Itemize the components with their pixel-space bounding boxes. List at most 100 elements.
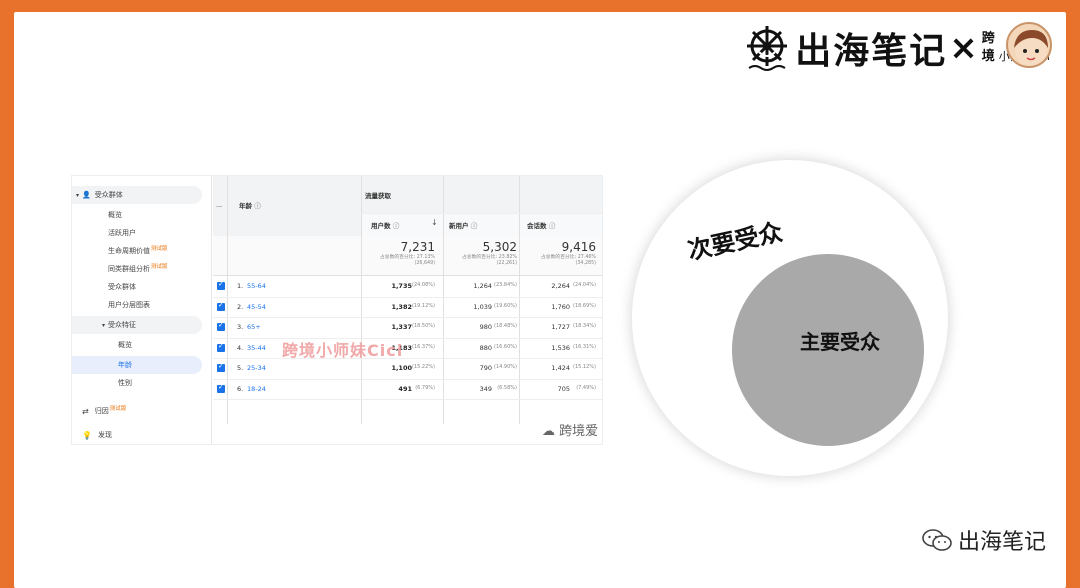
row-divider (213, 358, 602, 359)
users-percent: (6.79%) (415, 384, 435, 391)
new-users-value: 980 (479, 323, 492, 331)
row-divider (213, 337, 602, 339)
age-link[interactable]: 55-64 (247, 282, 266, 290)
dimension-header[interactable]: 年龄 ⓘ (239, 200, 261, 210)
column-header-new-users[interactable]: 新用户 ⓘ (449, 220, 477, 230)
wechat-icon (922, 529, 952, 551)
analytics-sidebar: ▾ 👤 受众群体 概览 活跃用户 生命周期价值 测试版 同类群组分析 测试版 受众群… (72, 176, 212, 444)
avatar (1006, 22, 1052, 68)
row-checkbox[interactable] (217, 383, 225, 393)
row-divider (213, 317, 602, 318)
sidebar-item-audiences[interactable]: 受众群体 (72, 278, 202, 296)
lightbulb-icon: 💡 (82, 430, 92, 440)
age-link[interactable]: 65+ (247, 323, 261, 331)
sidebar-item-lifetime-value[interactable]: 生命周期价值 测试版 (72, 242, 202, 260)
brand-cross: × (949, 28, 978, 68)
users-value: 1,337 (391, 323, 412, 331)
new-users-percent: (14.90%) (494, 364, 517, 370)
person-icon: 👤 (82, 191, 91, 199)
total-users-note: 占总数的百分比: 27.13% (26,649) (379, 255, 435, 266)
wechat-small-icon: ☁︎ (542, 424, 555, 439)
select-all-toggle[interactable]: — (216, 202, 223, 210)
sessions-percent: (24.04%) (573, 282, 596, 288)
sessions-value: 1,727 (551, 323, 570, 331)
new-users-value: 349 (479, 384, 492, 393)
sidebar-item-user-explorer[interactable]: 用户分层图表 (72, 296, 202, 314)
users-percent: (15.22%) (412, 364, 435, 370)
age-link[interactable]: 35-44 (247, 344, 266, 352)
column-header-sessions[interactable]: 会话数 ⓘ (527, 220, 555, 230)
sessions-value: 1,424 (551, 364, 570, 372)
help-icon: ⓘ (470, 222, 478, 230)
sessions-percent: (16.31%) (573, 343, 596, 350)
total-sessions-note: 占总数的百分比: 27.46% (34,285) (540, 255, 596, 266)
account-watermark: 出海笔记 (922, 524, 1046, 556)
new-users-percent: (16.60%) (494, 343, 517, 350)
users-value: 1,382 (391, 302, 412, 311)
beta-badge: 测试版 (151, 264, 168, 270)
sidebar-item-demographics[interactable]: ▾ 受众特征 (72, 316, 202, 334)
help-icon: ⓘ (548, 222, 556, 230)
sidebar-item-cohort-analysis[interactable]: 同类群组分析 测试版 (72, 260, 202, 278)
attribution-icon: ⇄ (82, 406, 89, 416)
new-users-percent: (6.58%) (497, 384, 517, 391)
sidebar-item-age[interactable]: 年龄 (72, 356, 202, 374)
new-users-percent: (19.60%) (494, 302, 517, 309)
analytics-screenshot: ▾ 👤 受众群体 概览 活跃用户 生命周期价值 测试版 同类群组分析 测试版 受众群… (72, 176, 602, 444)
row-divider (213, 296, 602, 298)
help-icon: ⓘ (254, 202, 261, 210)
row-checkbox[interactable] (217, 280, 225, 290)
row-index: 2. (237, 302, 244, 311)
brand-logo: 出海笔记 × 跨 境 小师妹cici (741, 22, 1050, 74)
beta-badge: 测试版 (109, 406, 127, 412)
row-index: 5. (237, 364, 244, 372)
new-users-percent: (18.48%) (494, 323, 517, 329)
primary-audience-label: 主要受众 (800, 330, 880, 354)
total-new-users-note: 占总数的百分比: 23.82% (22,261) (461, 255, 517, 266)
row-checkbox[interactable] (217, 362, 225, 372)
sidebar-item-demographics-overview[interactable]: 概览 (72, 336, 202, 354)
beta-badge: 测试版 (151, 246, 168, 252)
row-index: 3. (237, 323, 244, 331)
row-index: 1. (237, 282, 244, 290)
brand-title: 出海笔记 (795, 30, 948, 72)
row-checkbox[interactable] (217, 321, 225, 331)
age-link[interactable]: 25-34 (247, 364, 266, 372)
sidebar-item-audience[interactable]: ▾ 👤 受众群体 (72, 186, 202, 204)
sessions-percent: (18.69%) (573, 302, 596, 309)
users-percent: (16.37%) (412, 343, 435, 350)
group-header: 流量获取 (365, 192, 391, 200)
new-users-value: 880 (479, 343, 492, 352)
sidebar-item-overview[interactable]: 概览 (72, 206, 202, 224)
total-new-users: 5,302 (482, 240, 517, 254)
sessions-percent: (18.34%) (573, 323, 596, 329)
row-checkbox[interactable] (217, 342, 225, 352)
sidebar-item-discover[interactable]: 💡 发现 (72, 426, 202, 444)
sessions-value: 1,760 (551, 302, 570, 311)
sidebar-item-gender[interactable]: 性别 (72, 374, 202, 392)
brand-side-left: 境 (981, 49, 995, 64)
sidebar-item-active-users[interactable]: 活跃用户 (72, 224, 202, 242)
ship-wheel-anchor-icon (747, 26, 788, 71)
age-link[interactable]: 18-24 (247, 385, 266, 393)
column-header-users[interactable]: 用户数 ⓘ (371, 220, 399, 230)
sort-down-icon[interactable]: ↓ (431, 218, 438, 227)
new-users-value: 1,264 (473, 282, 492, 290)
users-percent: (24.08%) (412, 282, 435, 288)
sidebar-item-attribution[interactable]: ⇄ 归因 测试版 (72, 402, 202, 420)
users-percent: (19.12%) (412, 302, 435, 309)
age-link[interactable]: 45-54 (247, 303, 266, 311)
row-index: 4. (237, 343, 244, 352)
new-users-percent: (23.84%) (494, 282, 517, 288)
report-table: — 年龄 ⓘ 流量获取 用户数 ⓘ ↓ 新用户 ⓘ 会话数 ⓘ 7,231 占总… (213, 176, 602, 444)
row-divider (213, 399, 602, 400)
watermark-overlay: 跨境小师妹Cici (282, 341, 404, 360)
users-value: 1,735 (391, 282, 412, 290)
caret-down-icon: ▾ (76, 191, 80, 199)
row-checkbox[interactable] (217, 301, 225, 311)
users-value: 1,100 (391, 364, 412, 372)
sessions-value: 1,536 (551, 343, 570, 352)
total-users: 7,231 (400, 240, 435, 254)
total-sessions: 9,416 (561, 240, 596, 254)
users-percent: (18.50%) (412, 323, 435, 329)
